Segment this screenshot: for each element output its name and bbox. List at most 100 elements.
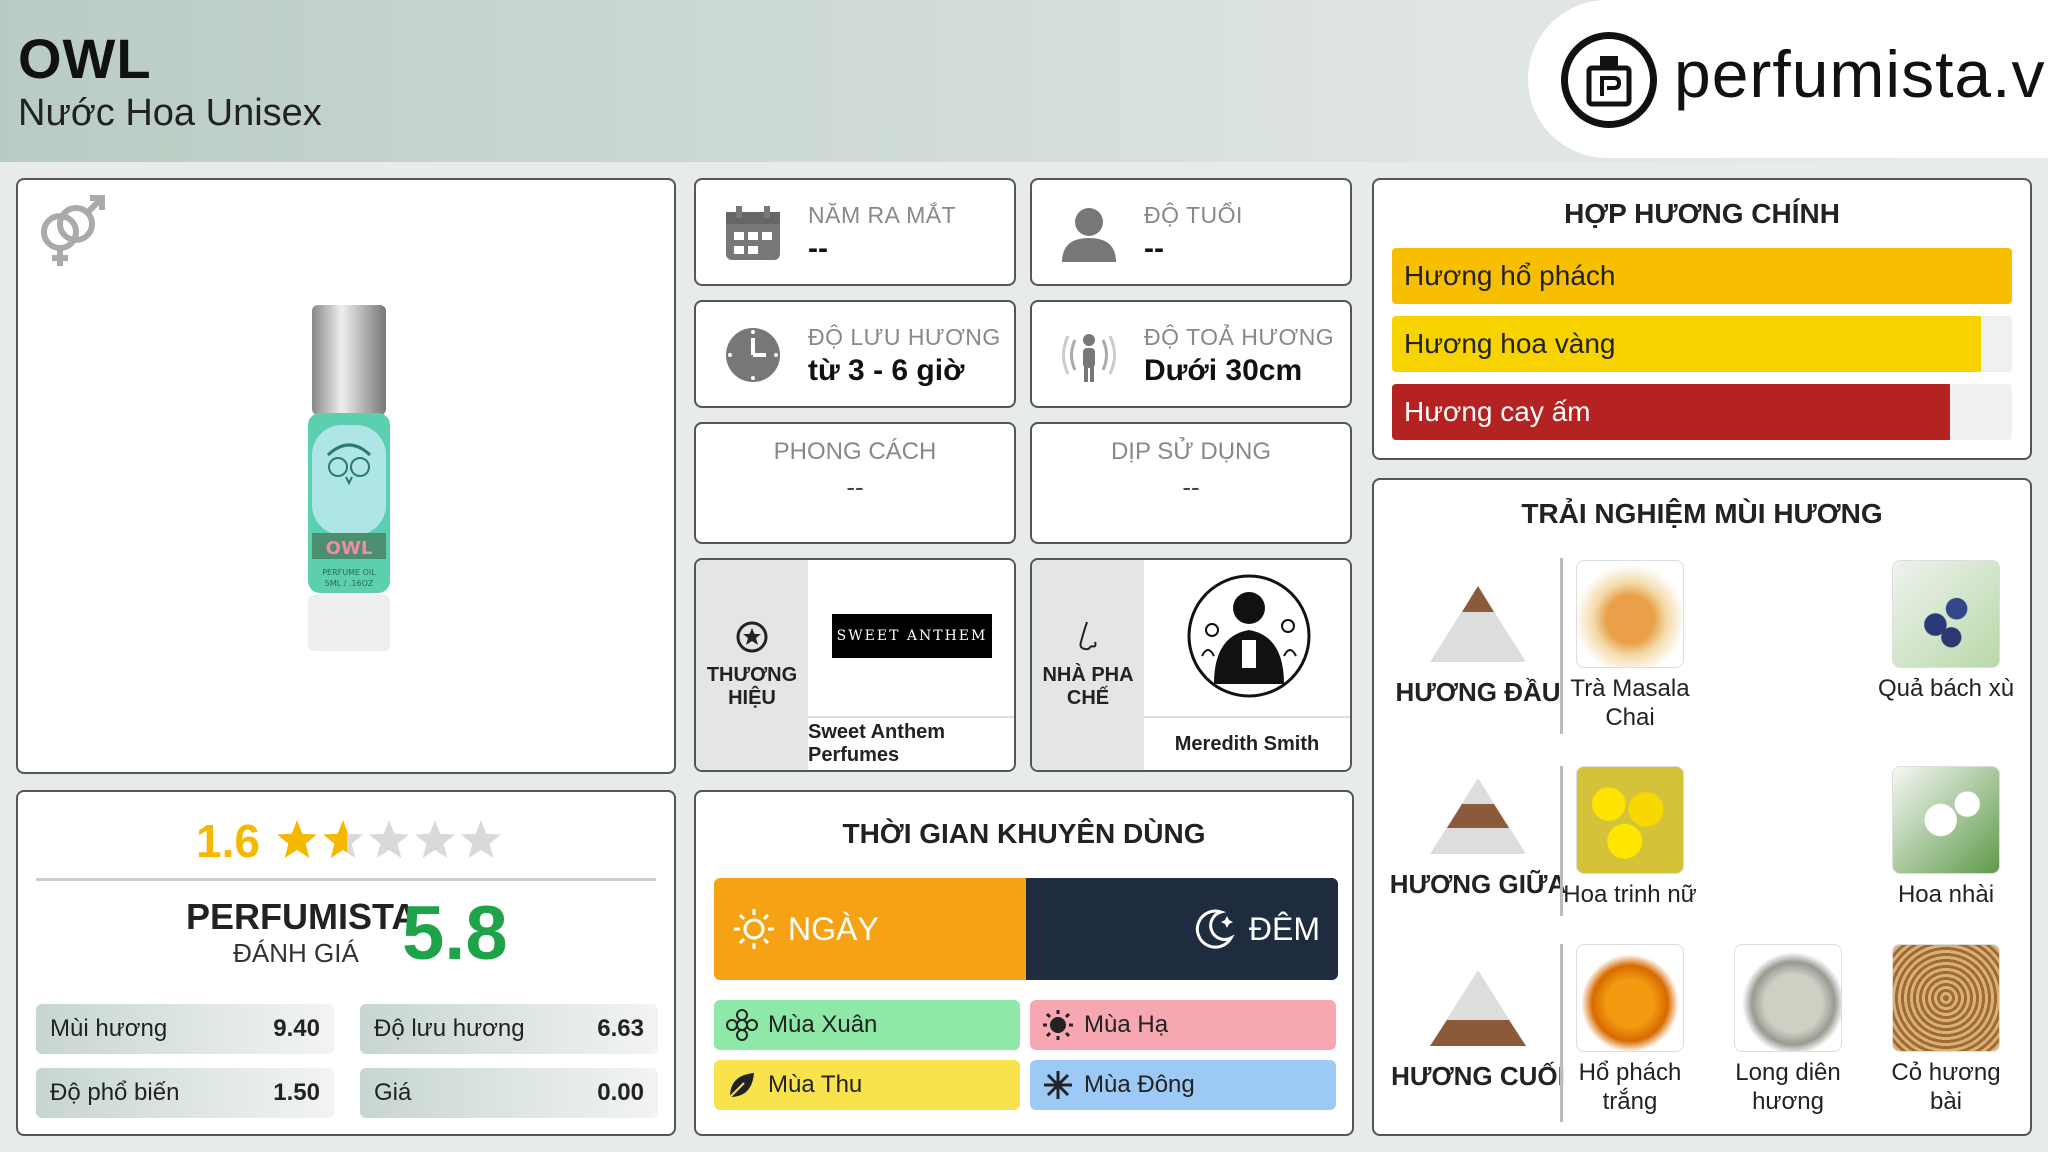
- occasion-label: DỊP SỬ DỤNG: [1110, 438, 1272, 465]
- longevity-label: ĐỘ LƯU HƯƠNG: [808, 324, 1001, 350]
- tier-middle-label: HƯƠNG GIỮA: [1389, 869, 1567, 899]
- season-summer: Mùa Hạ: [1030, 1000, 1336, 1050]
- perfumer-portrait: [1144, 560, 1350, 714]
- main-accords-card: HỢP HƯƠNG CHÍNH Hương hổ phách Hương hoa…: [1372, 178, 2032, 460]
- stat-label: Mùi hương: [50, 1015, 168, 1042]
- leaf-icon: [729, 1073, 754, 1098]
- season-autumn: Mùa Thu: [714, 1060, 1020, 1110]
- note-masala-chai[interactable]: Trà Masala Chai: [1560, 560, 1700, 732]
- accord-fill: Hương hoa vàng: [1392, 316, 1981, 372]
- occasion-value: --: [1182, 472, 1200, 502]
- note-white-amber[interactable]: Hổ phách trắng: [1560, 944, 1700, 1116]
- sillage-label: ĐỘ TOẢ HƯƠNG: [1144, 324, 1335, 350]
- season-label: Mùa Xuân: [768, 1011, 878, 1038]
- star-icon: [322, 820, 363, 858]
- bottle-label: OWL: [326, 538, 373, 559]
- perfumer-label-line1: NHÀ PHA: [1042, 664, 1134, 686]
- perfume-subtitle: Nước Hoa Unisex: [18, 92, 322, 134]
- style-card: PHONG CÁCH --: [694, 422, 1016, 544]
- brand-card[interactable]: THƯƠNG HIỆU SWEET ANTHEM Sweet Anthem Pe…: [694, 558, 1016, 772]
- day-block: NGÀY: [714, 878, 1026, 980]
- note-name: Hổ phách trắng: [1578, 1059, 1682, 1115]
- note-name: Quả bách xù: [1877, 675, 2015, 702]
- night-block: ĐÊM: [1026, 878, 1338, 980]
- star-icon: [460, 820, 501, 858]
- tier-base: HƯƠNG CUỐI: [1388, 968, 1568, 1092]
- accord-bar: Hương cay ấm: [1392, 384, 2012, 440]
- stat-value: 6.63: [597, 1015, 644, 1042]
- rating-card: 1.6 PERFUMISTA ĐÁNH GIÁ 5.8 Mùi hương 9.4…: [16, 790, 676, 1136]
- notes-title: TRẢI NGHIỆM MÙI HƯƠNG: [1521, 498, 1883, 529]
- longevity-value: từ 3 - 6 giờ: [808, 354, 965, 387]
- pyramid-middle-icon: [1430, 778, 1526, 854]
- product-bottle-image: OWL PERFUME OIL 5ML / .16OZ: [308, 305, 390, 655]
- accords-title: HỢP HƯƠNG CHÍNH: [1564, 198, 1840, 229]
- stat-value: 9.40: [273, 1015, 320, 1042]
- accord-bar: Hương hổ phách: [1392, 248, 2012, 304]
- stat-longevity: Độ lưu hương 6.63: [360, 1004, 658, 1054]
- user-rating: 1.6: [196, 814, 504, 868]
- note-image: [1892, 944, 2000, 1052]
- note-vetiver[interactable]: Cỏ hương bài: [1876, 944, 2016, 1116]
- night-label: ĐÊM: [1248, 910, 1320, 947]
- stat-popularity: Độ phổ biến 1.50: [36, 1068, 334, 1118]
- tier-top-label: HƯƠNG ĐẦU: [1395, 677, 1561, 707]
- perfumer-label-line2: CHẾ: [1066, 687, 1110, 709]
- note-name: Trà Masala Chai: [1570, 675, 1690, 731]
- accord-fill: Hương cay ấm: [1392, 384, 1950, 440]
- brand-name[interactable]: Sweet Anthem Perfumes: [808, 716, 1014, 770]
- header-banner: OWL Nước Hoa Unisex perfumista.vn: [0, 0, 2048, 162]
- stat-label: Độ lưu hương: [374, 1015, 525, 1042]
- logo-text: perfumista.vn: [1674, 37, 2048, 111]
- tier-middle: HƯƠNG GIỮA: [1388, 776, 1568, 900]
- sun-icon: [734, 909, 774, 949]
- style-label: PHONG CÁCH: [773, 438, 937, 465]
- season-spring: Mùa Xuân: [714, 1000, 1020, 1050]
- star-rating-icon: [276, 820, 501, 858]
- stat-price: Giá 0.00: [360, 1068, 658, 1118]
- sillage-icon: [1060, 326, 1118, 384]
- day-label: NGÀY: [788, 910, 879, 947]
- perfumer-label-box: NHÀ PHA CHẾ: [1032, 560, 1144, 770]
- perfumista-score: 5.8: [402, 891, 508, 976]
- note-image: [1576, 766, 1684, 874]
- scent-notes-card: TRẢI NGHIỆM MÙI HƯƠNG HƯƠNG ĐẦU HƯƠNG GI…: [1372, 478, 2032, 1136]
- note-name: Cỏ hương bài: [1891, 1059, 2001, 1115]
- stat-value: 0.00: [597, 1079, 644, 1106]
- season-winter: Mùa Đông: [1030, 1060, 1336, 1110]
- age-label: ĐỘ TUỔI: [1144, 202, 1243, 228]
- perfumista-sub: ĐÁNH GIÁ: [233, 938, 359, 968]
- snowflake-icon: [1044, 1071, 1072, 1099]
- accord-label: Hương cay ấm: [1404, 396, 1591, 427]
- perfumer-name[interactable]: Meredith Smith: [1144, 716, 1350, 770]
- brand-label-line2: HIỆU: [728, 687, 776, 709]
- note-juniper[interactable]: Quả bách xù: [1876, 560, 2016, 703]
- stat-label: Độ phổ biến: [50, 1079, 180, 1106]
- age-card: ĐỘ TUỔI --: [1030, 178, 1352, 286]
- note-image: [1576, 560, 1684, 668]
- perfumer-card[interactable]: NHÀ PHA CHẾ Meredith Smith: [1030, 558, 1352, 772]
- usage-time-title: THỜI GIAN KHUYÊN DÙNG: [842, 818, 1206, 849]
- nose-icon: [1079, 621, 1097, 651]
- brand-logo-image: SWEET ANTHEM: [808, 560, 1014, 714]
- season-label: Mùa Hạ: [1084, 1011, 1169, 1038]
- pyramid-base-icon: [1430, 970, 1526, 1046]
- flower-icon: [726, 1009, 758, 1041]
- sun-badge-icon: [1043, 1010, 1073, 1040]
- accord-label: Hương hoa vàng: [1404, 328, 1616, 359]
- note-image: [1892, 560, 2000, 668]
- note-ambergris[interactable]: Long diên hương: [1718, 944, 1858, 1116]
- release-year-value: --: [808, 232, 828, 265]
- moon-icon: [1195, 909, 1235, 949]
- product-image-card: OWL PERFUME OIL 5ML / .16OZ: [16, 178, 676, 774]
- star-icon: [368, 820, 409, 858]
- brand-logo[interactable]: perfumista.vn: [1528, 0, 2048, 158]
- accord-fill: Hương hổ phách: [1392, 248, 2012, 304]
- brand-label-box: THƯƠNG HIỆU: [696, 560, 808, 770]
- note-mimosa[interactable]: Hoa trinh nữ: [1560, 766, 1700, 909]
- note-jasmine[interactable]: Hoa nhài: [1876, 766, 2016, 909]
- note-image: [1576, 944, 1684, 1052]
- style-value: --: [846, 472, 864, 502]
- usage-time-card: THỜI GIAN KHUYÊN DÙNG NGÀY ĐÊM Mùa Xuân …: [694, 790, 1354, 1136]
- star-badge-icon: [736, 621, 768, 653]
